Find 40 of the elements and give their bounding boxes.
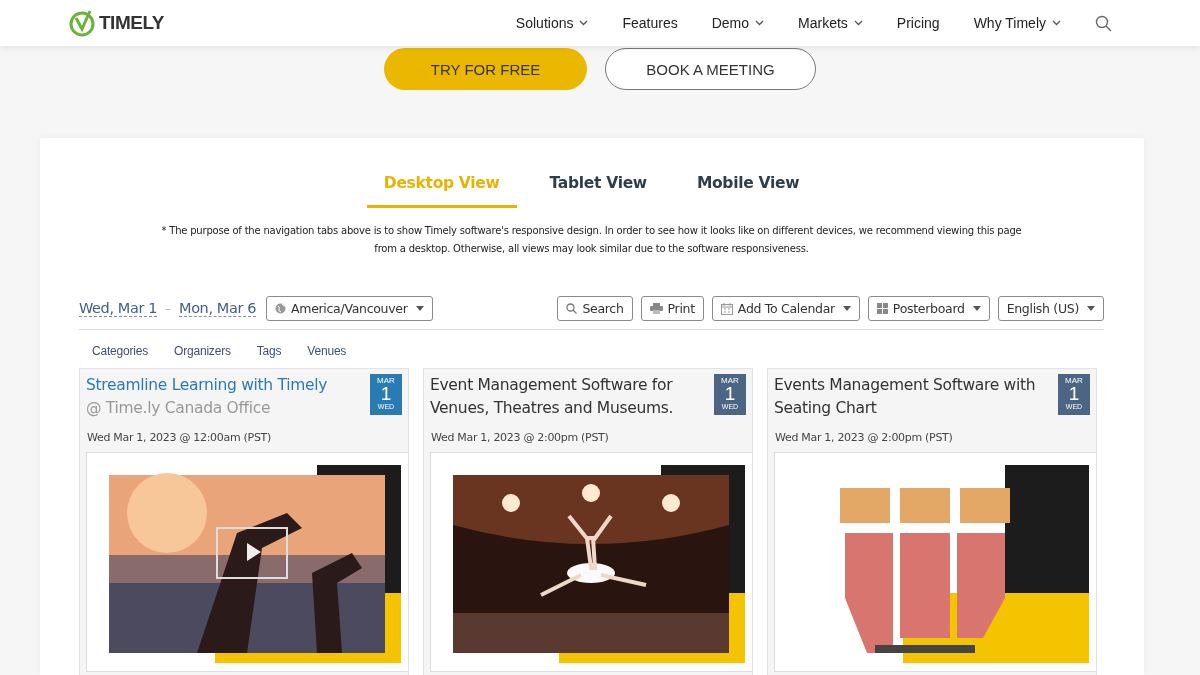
date-separator: –	[165, 301, 172, 316]
toolbar-button[interactable]: Print	[640, 296, 704, 321]
logo-icon	[68, 9, 96, 37]
filter-link[interactable]: Tags	[256, 344, 282, 358]
timezone-dropdown[interactable]: America/Vancouver	[266, 296, 433, 321]
printer-icon	[649, 303, 663, 314]
nav-link[interactable]: Features	[622, 15, 678, 31]
view-tab[interactable]: Tablet View	[532, 166, 664, 208]
search-icon[interactable]	[1095, 14, 1112, 32]
toolbar-button[interactable]: English (US)	[997, 296, 1104, 321]
nav-link[interactable]: Pricing	[896, 15, 940, 31]
event-title[interactable]: Event Management Software for Venues, Theatres and Museums.	[430, 374, 708, 419]
toolbar-button[interactable]: Add To Calendar	[711, 296, 860, 321]
nav-link[interactable]: Demo	[711, 15, 765, 31]
event-venue: @ Time.ly Canada Office	[86, 397, 272, 419]
calendar-icon	[720, 302, 733, 315]
globe-icon	[275, 303, 286, 314]
filter-link[interactable]: Categories	[92, 344, 149, 358]
logo-text[interactable]: TIMELY	[99, 12, 164, 34]
event-datetime: Wed Mar 1, 2023 @ 12:00am (PST)	[87, 431, 272, 444]
filter-link[interactable]: Venues	[307, 344, 347, 358]
event-datetime: Wed Mar 1, 2023 @ 2:00pm (PST)	[431, 431, 610, 444]
view-tab[interactable]: Mobile View	[679, 166, 817, 208]
event-datetime: Wed Mar 1, 2023 @ 2:00pm (PST)	[775, 431, 954, 444]
nav-link[interactable]: Solutions	[515, 15, 589, 31]
start-date[interactable]: Wed, Mar 1	[79, 300, 158, 317]
responsive-note: * The purpose of the navigation tabs above is to show Timely software's responsive design. In order to see how it looks like on different devices, we recommend viewing this page from a desktop. Otherwise, all views may look similar due to the software responsiveness.	[160, 224, 1023, 256]
try-button[interactable]: TRY FOR FREE	[384, 48, 587, 90]
event-title[interactable]: Streamline Learning with Timely	[86, 374, 364, 397]
toolbar-button[interactable]: Search	[557, 296, 633, 321]
caret-icon	[415, 306, 424, 311]
end-date[interactable]: Mon, Mar 6	[179, 300, 256, 317]
toolbar-button[interactable]: Posterboard	[867, 296, 990, 321]
meeting-button[interactable]: BOOK A MEETING	[605, 48, 816, 90]
event-title[interactable]: Events Management Software with Seating Chart	[774, 374, 1052, 419]
nav-link[interactable]: Markets	[798, 15, 863, 31]
search-icon	[566, 303, 578, 314]
nav-link[interactable]: Why Timely	[973, 15, 1061, 31]
grid-icon	[876, 303, 888, 314]
filter-link[interactable]: Organizers	[174, 344, 231, 358]
